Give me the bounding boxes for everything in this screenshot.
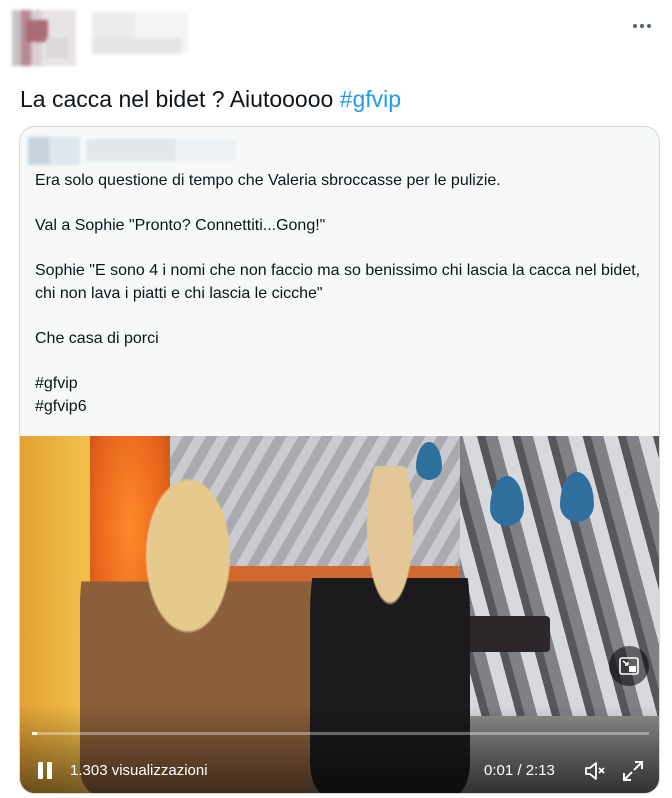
tweet-author-row bbox=[0, 0, 672, 70]
view-count: 1.303 visualizzazioni bbox=[70, 762, 208, 779]
tweet-text: La cacca nel bidet ? Aiutooooo #gfvip bbox=[20, 84, 401, 114]
video-controls: 1.303 visualizzazioni 0:01 / 2:13 bbox=[20, 752, 659, 792]
quoted-tweet-card[interactable]: Era solo questione di tempo che Valeria … bbox=[19, 126, 660, 794]
quoted-tweet-text: Era solo questione di tempo che Valeria … bbox=[35, 169, 645, 418]
quoted-author-avatar[interactable] bbox=[28, 137, 80, 165]
volume-icon[interactable] bbox=[582, 758, 608, 784]
quote-paragraph: Era solo questione di tempo che Valeria … bbox=[35, 172, 501, 189]
author-name-redacted[interactable] bbox=[92, 12, 188, 54]
more-dots-icon[interactable] bbox=[630, 14, 654, 38]
video-progress-bar[interactable] bbox=[32, 732, 649, 735]
author-avatar[interactable] bbox=[12, 10, 76, 66]
video-time: 0:01 / 2:13 bbox=[484, 762, 555, 779]
pause-icon[interactable] bbox=[36, 760, 56, 782]
video-frame bbox=[20, 436, 659, 793]
quote-hashtags: #gfvip #gfvip6 bbox=[35, 372, 645, 418]
quote-hashtag[interactable]: #gfvip bbox=[35, 375, 78, 392]
quoted-tweet-author bbox=[20, 127, 659, 169]
video-player[interactable]: 1.303 visualizzazioni 0:01 / 2:13 bbox=[20, 436, 659, 793]
quoted-author-name-redacted[interactable] bbox=[86, 139, 236, 161]
quote-paragraph: Sophie "E sono 4 i nomi che non faccio m… bbox=[35, 262, 641, 302]
quote-paragraph: Val a Sophie "Pronto? Connettiti...Gong!… bbox=[35, 217, 326, 234]
hashtag-link[interactable]: #gfvip bbox=[340, 86, 401, 112]
fullscreen-icon[interactable] bbox=[620, 758, 646, 784]
picture-in-picture-icon[interactable] bbox=[609, 646, 649, 686]
quote-hashtag[interactable]: #gfvip6 bbox=[35, 398, 87, 415]
quote-paragraph: Che casa di porci bbox=[35, 330, 159, 347]
tweet-text-body: La cacca nel bidet ? Aiutooooo bbox=[20, 86, 340, 112]
video-progress-fill bbox=[32, 732, 37, 735]
